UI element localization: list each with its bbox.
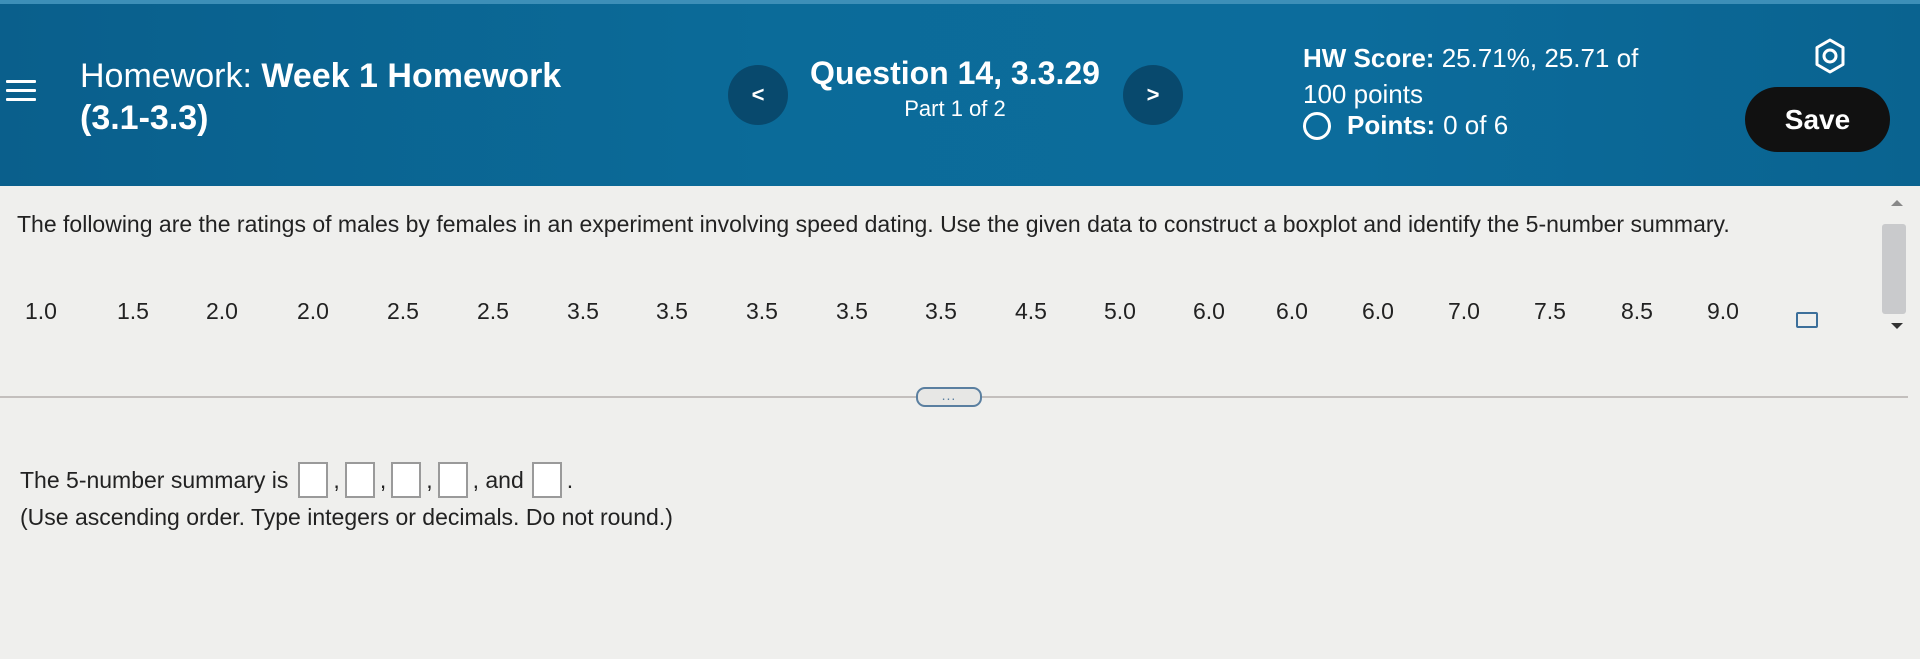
data-value: 3.5 — [656, 298, 688, 324]
hw-score: HW Score: 25.71%, 25.71 of 100 points — [1303, 40, 1683, 112]
save-button[interactable]: Save — [1745, 87, 1890, 152]
top-accent-line — [0, 0, 1920, 4]
homework-prefix: Homework: — [80, 57, 252, 95]
answer-hint: (Use ascending order. Type integers or d… — [20, 504, 673, 530]
question-points: Points: 0 of 6 — [1303, 110, 1508, 141]
hw-score-label: HW Score: — [1303, 43, 1435, 73]
question-part: Part 1 of 2 — [904, 96, 1006, 121]
data-value: 5.0 — [1104, 298, 1136, 324]
data-value: 3.5 — [567, 298, 599, 324]
answer-box-q1[interactable] — [344, 462, 375, 498]
data-value: 9.0 — [1707, 298, 1739, 324]
data-value: 2.0 — [206, 298, 238, 324]
data-values-row: 1.0 1.5 2.0 2.0 2.5 2.5 3.5 3.5 3.5 3.5 … — [0, 298, 1860, 338]
radio-circle-icon — [1303, 111, 1331, 140]
homework-name: Week 1 Homework — [261, 57, 562, 95]
data-value: 2.0 — [297, 298, 329, 324]
answer-box-max[interactable] — [531, 462, 562, 498]
scroll-down-icon[interactable] — [1891, 323, 1903, 329]
and-label: , and — [472, 466, 524, 493]
chevron-right-icon: > — [1146, 82, 1160, 107]
data-value: 6.0 — [1193, 298, 1225, 324]
separator: , — [333, 466, 340, 493]
points-value: 0 of 6 — [1443, 110, 1509, 140]
data-value: 1.0 — [25, 298, 57, 324]
next-question-button[interactable]: > — [1123, 65, 1183, 125]
homework-title: Homework: Week 1 Homework (3.1-3.3) — [80, 55, 640, 139]
copy-data-icon[interactable] — [1796, 312, 1818, 328]
data-value: 7.5 — [1534, 298, 1566, 324]
previous-question-button[interactable]: < — [728, 65, 788, 125]
homework-range: (3.1-3.3) — [80, 99, 209, 137]
five-number-summary-line: The 5-number summary is , , , , and . — [20, 462, 573, 498]
separator: , — [426, 466, 433, 493]
hw-score-value: 25.71%, 25.71 of — [1441, 43, 1639, 73]
answer-box-median[interactable] — [391, 462, 422, 498]
separator: , — [379, 466, 387, 493]
data-value: 6.0 — [1362, 298, 1394, 324]
data-value: 7.0 — [1448, 298, 1480, 324]
answer-box-min[interactable] — [298, 462, 329, 498]
data-value: 3.5 — [836, 298, 868, 324]
period: . — [566, 466, 574, 493]
data-value: 8.5 — [1621, 298, 1653, 324]
hw-score-total: 100 points — [1303, 79, 1423, 109]
question-content: The following are the ratings of males b… — [0, 186, 1920, 659]
points-label: Points: — [1347, 110, 1436, 140]
scrollbar[interactable] — [1878, 186, 1920, 336]
data-value: 4.5 — [1015, 298, 1047, 324]
data-value: 2.5 — [387, 298, 419, 324]
chevron-left-icon: < — [751, 82, 765, 107]
data-value: 2.5 — [477, 298, 509, 324]
gear-icon[interactable] — [1812, 38, 1848, 74]
data-value: 3.5 — [925, 298, 957, 324]
answer-box-q3[interactable] — [437, 462, 468, 498]
scroll-up-icon[interactable] — [1891, 200, 1903, 206]
scrollbar-thumb[interactable] — [1882, 224, 1906, 314]
header-bar: Homework: Week 1 Homework (3.1-3.3) < Qu… — [0, 0, 1920, 186]
hamburger-menu-icon[interactable] — [6, 80, 36, 104]
expand-more-button[interactable]: ... — [916, 387, 982, 407]
question-text: The following are the ratings of males b… — [17, 211, 1730, 237]
summary-prefix: The 5-number summary is — [20, 466, 289, 493]
data-value: 6.0 — [1276, 298, 1308, 324]
question-title: Question 14, 3.3.29 — [810, 55, 1100, 91]
data-value: 3.5 — [746, 298, 778, 324]
data-value: 1.5 — [117, 298, 149, 324]
